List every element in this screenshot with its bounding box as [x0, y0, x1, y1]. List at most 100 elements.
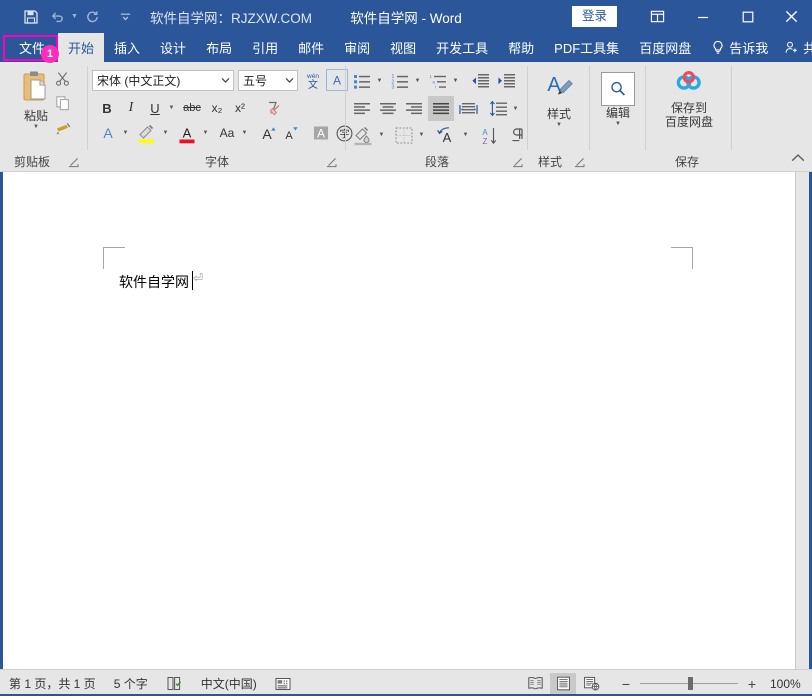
maximize-button[interactable]	[725, 0, 770, 33]
strikethrough-button[interactable]: abc	[180, 97, 204, 119]
tab-pdf-tools[interactable]: PDF工具集	[544, 33, 629, 62]
editing-dropdown-icon[interactable]: ▼	[615, 121, 621, 127]
multilevel-list-button[interactable]: 1 a i	[426, 70, 450, 92]
numbering-button[interactable]: 1 2 3	[388, 70, 412, 92]
distributed-align-button[interactable]	[456, 98, 480, 120]
borders-dropdown-icon[interactable]: ▼	[416, 124, 427, 146]
language-indicator[interactable]: 中文(中国)	[201, 675, 257, 692]
document-page[interactable]: 软件自学网 ⏎	[3, 172, 795, 669]
font-name-combo[interactable]: 宋体 (中文正文)	[92, 70, 234, 91]
read-mode-view-button[interactable]	[522, 673, 548, 695]
styles-dropdown-icon[interactable]: ▼	[556, 122, 562, 128]
decrease-indent-button[interactable]	[468, 70, 492, 92]
close-button[interactable]	[770, 0, 812, 33]
bullets-button[interactable]	[350, 70, 374, 92]
print-layout-view-button[interactable]	[550, 673, 576, 695]
document-subtitle: 软件自学网：RJZXW.COM	[150, 7, 312, 27]
align-left-button[interactable]	[350, 98, 374, 120]
underline-dropdown-icon[interactable]: ▼	[166, 97, 177, 119]
shading-dropdown-icon[interactable]: ▼	[376, 124, 387, 146]
chevron-down-icon[interactable]	[282, 77, 297, 84]
ribbon-display-options-icon[interactable]	[635, 0, 680, 33]
chevron-down-icon[interactable]	[218, 77, 233, 84]
numbering-dropdown-icon[interactable]: ▼	[412, 70, 423, 92]
asian-layout-button[interactable]: A	[434, 124, 460, 146]
font-color-dropdown-icon[interactable]: ▼	[200, 122, 211, 144]
save-to-baidu-netdisk-button[interactable]: 保存到 百度网盘	[659, 70, 719, 129]
line-spacing-button[interactable]	[486, 98, 510, 120]
italic-button[interactable]: I	[120, 97, 142, 119]
styles-dialog-launcher[interactable]	[574, 157, 586, 169]
editing-button[interactable]: 编辑 ▼	[594, 72, 642, 127]
justify-button[interactable]	[428, 96, 454, 121]
shading-button[interactable]	[350, 124, 376, 147]
multilevel-dropdown-icon[interactable]: ▼	[450, 70, 461, 92]
web-layout-view-button[interactable]	[578, 673, 604, 695]
tab-insert[interactable]: 插入	[104, 33, 150, 62]
underline-button[interactable]: U	[144, 97, 166, 119]
tab-help[interactable]: 帮助	[498, 33, 544, 62]
tab-review[interactable]: 审阅	[334, 33, 380, 62]
align-center-button[interactable]	[376, 98, 400, 120]
document-area[interactable]: 软件自学网 ⏎	[0, 172, 812, 669]
line-spacing-dropdown-icon[interactable]: ▼	[510, 98, 521, 120]
format-painter-button[interactable]	[52, 116, 74, 138]
tab-layout[interactable]: 布局	[196, 33, 242, 62]
character-shading-button[interactable]: A	[310, 122, 332, 144]
zoom-in-button[interactable]: +	[744, 676, 760, 692]
page-indicator[interactable]: 第 1 页，共 1 页	[9, 675, 96, 692]
tab-references[interactable]: 引用	[242, 33, 288, 62]
highlight-dropdown-icon[interactable]: ▼	[160, 122, 171, 144]
font-size-combo[interactable]: 五号	[238, 70, 298, 91]
font-color-button[interactable]: A	[174, 122, 200, 146]
clipboard-dialog-launcher[interactable]	[68, 157, 80, 169]
zoom-slider-thumb[interactable]	[688, 677, 693, 690]
tell-me-search[interactable]: 告诉我	[705, 33, 778, 62]
zoom-level-label[interactable]: 100%	[770, 677, 804, 691]
grow-font-button[interactable]: A	[258, 122, 280, 144]
text-effects-button[interactable]: A	[96, 122, 120, 144]
borders-button[interactable]	[392, 124, 416, 146]
clear-formatting-button[interactable]	[260, 97, 284, 119]
tab-view[interactable]: 视图	[380, 33, 426, 62]
tab-baidu-netdisk[interactable]: 百度网盘	[629, 33, 701, 62]
save-icon[interactable]	[18, 5, 44, 29]
phonetic-guide-button[interactable]: wén 文	[302, 69, 324, 92]
proofing-errors-icon[interactable]	[166, 676, 183, 691]
font-dialog-launcher[interactable]	[326, 157, 338, 169]
asian-layout-dropdown-icon[interactable]: ▼	[460, 124, 471, 146]
superscript-button[interactable]: x²	[229, 97, 251, 119]
collapse-ribbon-icon[interactable]	[791, 150, 805, 168]
redo-icon[interactable]	[79, 5, 105, 29]
paste-dropdown-icon[interactable]: ▼	[33, 124, 39, 130]
copy-button[interactable]	[52, 92, 74, 114]
increase-indent-button[interactable]	[494, 70, 518, 92]
macro-record-icon[interactable]	[275, 676, 291, 691]
subscript-button[interactable]: x₂	[206, 97, 228, 119]
tab-mailings[interactable]: 邮件	[288, 33, 334, 62]
tab-home[interactable]: 开始	[58, 33, 104, 62]
minimize-button[interactable]	[680, 0, 725, 33]
sign-in-button[interactable]: 登录	[572, 6, 617, 28]
undo-dropdown-icon[interactable]: ▼	[70, 6, 79, 28]
word-count[interactable]: 5 个字	[114, 675, 148, 692]
styles-button[interactable]: A 样式 ▼	[535, 72, 583, 128]
zoom-slider[interactable]	[640, 683, 738, 684]
align-right-button[interactable]	[402, 98, 426, 120]
undo-icon[interactable]	[44, 5, 70, 29]
tab-design[interactable]: 设计	[150, 33, 196, 62]
document-body-text[interactable]: 软件自学网	[119, 272, 189, 292]
tab-developer[interactable]: 开发工具	[426, 33, 498, 62]
shrink-font-button[interactable]: A	[280, 122, 302, 144]
zoom-out-button[interactable]: −	[618, 676, 634, 692]
customize-qat-icon[interactable]	[112, 5, 138, 29]
cut-button[interactable]	[52, 68, 74, 90]
text-effects-dropdown-icon[interactable]: ▼	[120, 122, 131, 144]
text-highlight-color-button[interactable]	[134, 122, 160, 146]
bullets-dropdown-icon[interactable]: ▼	[374, 70, 385, 92]
change-case-dropdown-icon[interactable]: ▼	[239, 122, 250, 144]
bold-button[interactable]: B	[96, 97, 118, 119]
share-button[interactable]: 共享	[778, 33, 812, 62]
change-case-button[interactable]: Aa	[214, 122, 240, 144]
sort-button[interactable]: A Z	[478, 124, 502, 147]
